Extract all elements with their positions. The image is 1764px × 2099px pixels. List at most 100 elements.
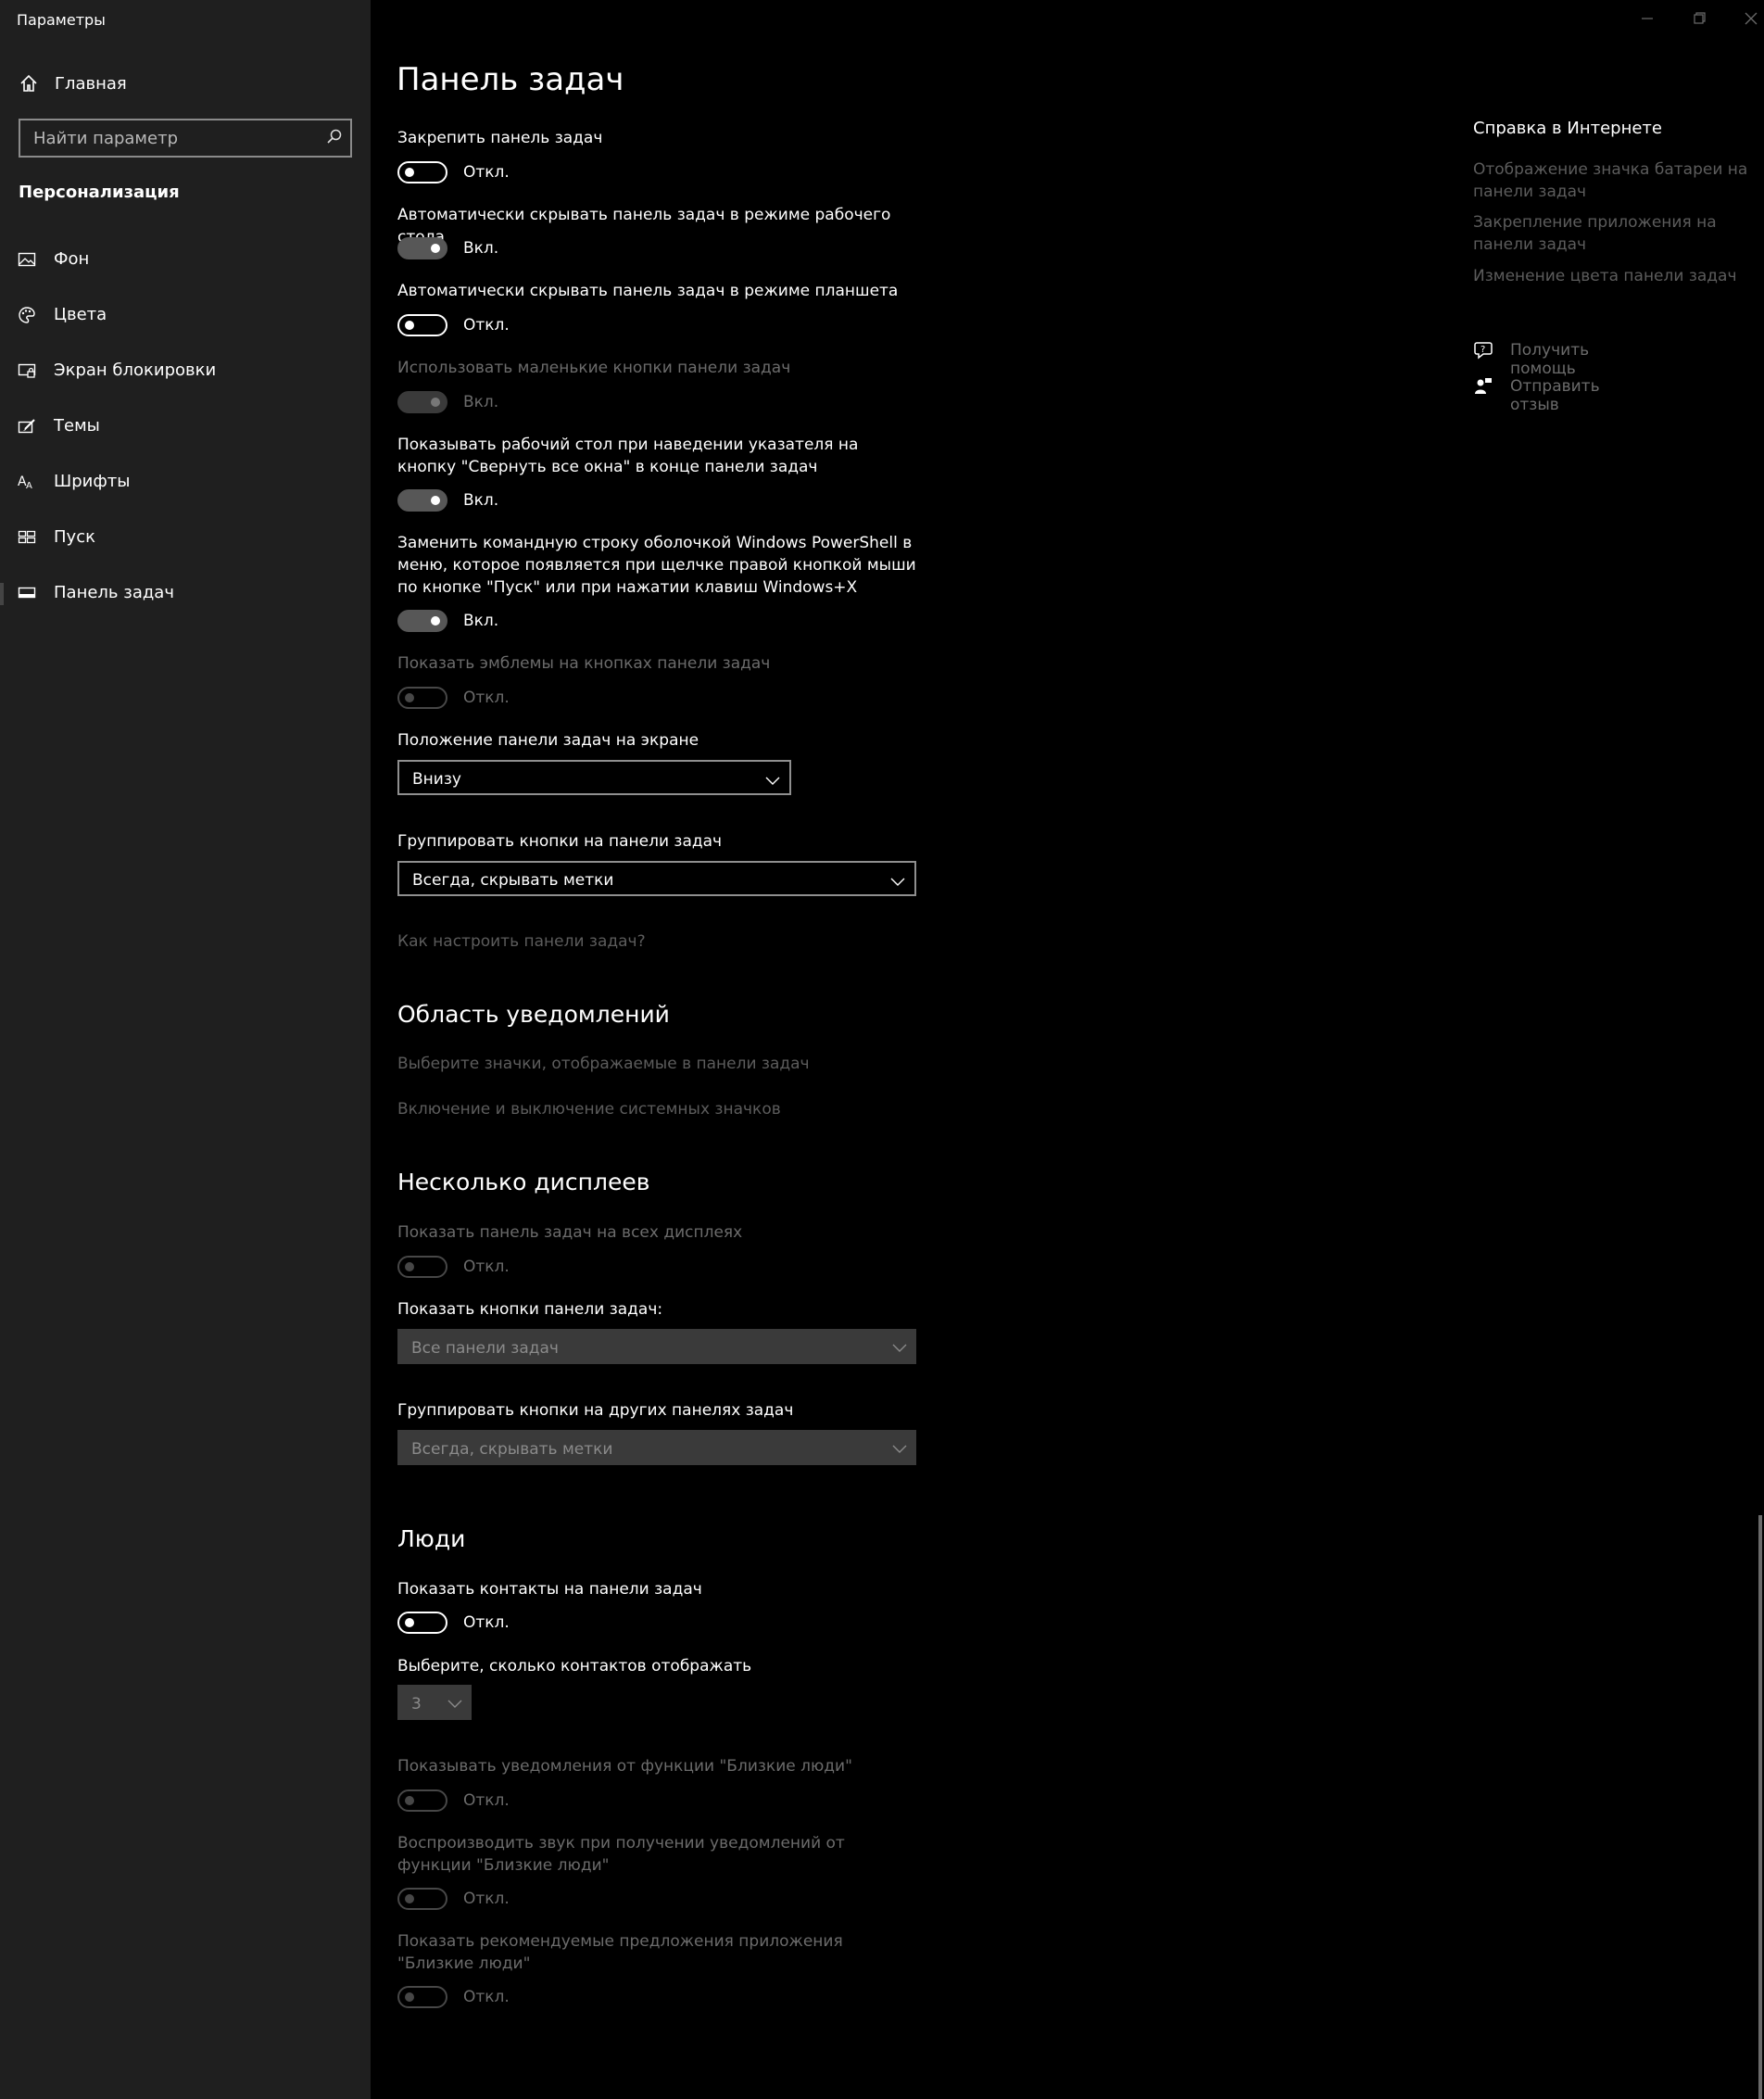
chevron-down-icon — [447, 1695, 462, 1713]
sidebar-item-fonts[interactable]: AA Шрифты — [0, 462, 371, 504]
group-buttons-dropdown[interactable]: Всегда, скрывать метки — [397, 861, 916, 896]
start-icon — [18, 528, 36, 550]
chevron-down-icon — [890, 873, 905, 891]
setting-label: Воспроизводить звук при получении уведом… — [397, 1834, 845, 1875]
send-feedback-label: Отправить отзыв — [1510, 377, 1600, 414]
sidebar-item-start[interactable]: Пуск — [0, 517, 371, 560]
customize-taskbar-link[interactable]: Как настроить панели задач? — [397, 932, 646, 951]
people-sound-toggle[interactable] — [397, 1888, 447, 1910]
show-buttons-dropdown[interactable]: Все панели задач — [397, 1329, 916, 1364]
chevron-down-icon — [892, 1339, 907, 1357]
toggle-knob — [431, 398, 440, 407]
sidebar-item-label: Шрифты — [54, 472, 131, 491]
show-contacts-toggle[interactable] — [397, 1612, 447, 1634]
select-icons-link[interactable]: Выберите значки, отображаемые в панели з… — [397, 1055, 810, 1073]
toggle-knob — [405, 1992, 414, 2002]
help-link-color[interactable]: Изменение цвета панели задач — [1473, 265, 1764, 287]
setting-label: Показывать рабочий стол при наведении ук… — [397, 436, 859, 476]
search-icon[interactable] — [326, 128, 343, 148]
toggle-knob — [405, 321, 414, 330]
svg-text:?: ? — [1480, 345, 1485, 355]
chevron-down-icon — [765, 772, 780, 790]
active-indicator — [0, 583, 4, 605]
help-link-battery[interactable]: Отображение значка батареи на панели зад… — [1473, 158, 1764, 203]
people-heading: Люди — [397, 1525, 466, 1552]
contacts-count-dropdown[interactable]: 3 — [397, 1685, 472, 1720]
toggle-state: Вкл. — [463, 393, 499, 411]
system-icons-link[interactable]: Включение и выключение системных значков — [397, 1100, 781, 1119]
people-suggestions-toggle[interactable] — [397, 1986, 447, 2008]
sidebar-item-label: Цвета — [54, 305, 107, 324]
all-displays-toggle[interactable] — [397, 1256, 447, 1278]
home-icon — [19, 74, 38, 96]
toggle-knob — [405, 1618, 414, 1627]
sidebar-item-label: Темы — [54, 416, 100, 436]
sidebar-item-lock-screen[interactable]: Экран блокировки — [0, 350, 371, 393]
sidebar-item-home[interactable]: Главная — [0, 67, 371, 104]
powershell-toggle[interactable] — [397, 610, 447, 632]
toggle-state: Откл. — [463, 689, 510, 707]
get-help-label: Получить помощь — [1510, 341, 1590, 378]
toggle-knob — [405, 168, 414, 177]
toggle-knob — [431, 616, 440, 626]
toggle-state: Вкл. — [463, 491, 499, 510]
feedback-icon — [1473, 376, 1493, 400]
sidebar-item-background[interactable]: Фон — [0, 239, 371, 282]
toggle-knob — [431, 244, 440, 253]
setting-label: Автоматически скрывать панель задач в ре… — [397, 282, 899, 300]
group-other-dropdown[interactable]: Всегда, скрывать метки — [397, 1430, 916, 1465]
people-notifications-toggle[interactable] — [397, 1789, 447, 1812]
search-placeholder: Найти параметр — [33, 129, 178, 148]
toggle-state: Вкл. — [463, 612, 499, 630]
search-input[interactable]: Найти параметр — [19, 119, 352, 158]
app-title: Параметры — [17, 11, 106, 29]
taskbar-position-dropdown[interactable]: Внизу — [397, 760, 791, 795]
toggle-state: Откл. — [463, 1890, 510, 1908]
peek-desktop-toggle[interactable] — [397, 489, 447, 512]
badges-toggle[interactable] — [397, 687, 447, 709]
toggle-knob — [405, 1262, 414, 1271]
taskbar-icon — [18, 584, 36, 606]
lock-taskbar-toggle[interactable] — [397, 161, 447, 183]
autohide-tablet-toggle[interactable] — [397, 314, 447, 336]
toggle-state: Откл. — [463, 316, 510, 335]
sidebar-item-label: Главная — [55, 74, 127, 94]
setting-label: Группировать кнопки на панели задач — [397, 832, 723, 851]
help-title: Справка в Интернете — [1473, 119, 1662, 138]
setting-label: Показать панель задач на всех дисплеях — [397, 1223, 743, 1242]
brush-icon — [18, 417, 36, 439]
scrollbar[interactable] — [1758, 1515, 1762, 2099]
dropdown-value: Всегда, скрывать метки — [412, 871, 614, 890]
sidebar-item-themes[interactable]: Темы — [0, 406, 371, 449]
sidebar-item-taskbar[interactable]: Панель задач — [0, 573, 371, 615]
page-title: Панель задач — [397, 61, 624, 98]
setting-label: Закрепить панель задач — [397, 129, 603, 147]
section-label: Персонализация — [19, 183, 180, 202]
sidebar-item-label: Экран блокировки — [54, 360, 217, 380]
dropdown-value: Все панели задач — [411, 1339, 559, 1358]
toggle-state: Вкл. — [463, 239, 499, 258]
setting-label: Группировать кнопки на других панелях за… — [397, 1401, 794, 1420]
picture-icon — [18, 250, 36, 272]
dropdown-value: 3 — [411, 1695, 422, 1713]
dropdown-value: Всегда, скрывать метки — [411, 1440, 613, 1459]
toggle-state: Откл. — [463, 1613, 510, 1632]
toggle-state: Откл. — [463, 1988, 510, 2006]
toggle-knob — [431, 496, 440, 505]
setting-label: Показать эмблемы на кнопках панели задач — [397, 654, 771, 673]
autohide-desktop-toggle[interactable] — [397, 237, 447, 259]
setting-label: Показать кнопки панели задач: — [397, 1300, 663, 1319]
svg-text:A: A — [26, 481, 32, 491]
toggle-state: Откл. — [463, 1791, 510, 1810]
setting-label: Заменить командную строку оболочкой Wind… — [397, 534, 916, 597]
sidebar-item-colors[interactable]: Цвета — [0, 295, 371, 337]
setting-label: Показывать уведомления от функции "Близк… — [397, 1757, 852, 1776]
notifications-heading: Область уведомлений — [397, 1001, 670, 1028]
small-buttons-toggle[interactable] — [397, 391, 447, 413]
setting-label: Использовать маленькие кнопки панели зад… — [397, 359, 791, 377]
help-link-pin-app[interactable]: Закрепление приложения на панели задач — [1473, 211, 1764, 256]
dropdown-value: Внизу — [412, 770, 461, 789]
sidebar-item-label: Пуск — [54, 527, 95, 547]
multi-display-heading: Несколько дисплеев — [397, 1169, 650, 1195]
chevron-down-icon — [892, 1440, 907, 1458]
